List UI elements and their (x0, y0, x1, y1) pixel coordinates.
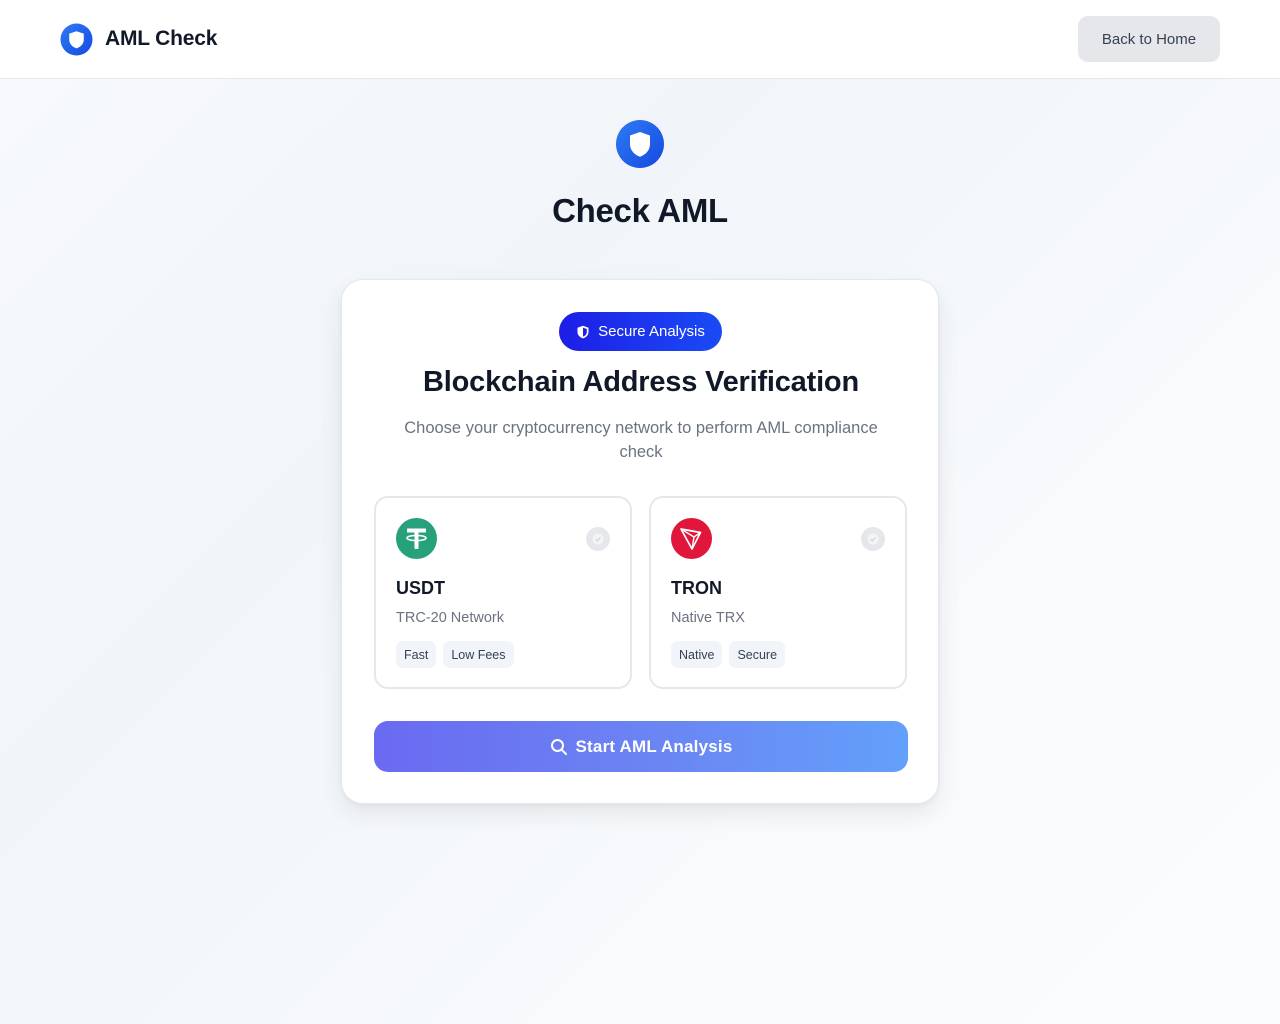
secure-analysis-badge: Secure Analysis (559, 312, 722, 351)
back-to-home-button[interactable]: Back to Home (1078, 16, 1220, 62)
start-button-label: Start AML Analysis (575, 736, 733, 756)
page-title: Check AML (552, 192, 728, 229)
start-aml-analysis-button[interactable]: Start AML Analysis (374, 721, 908, 772)
selection-indicator[interactable] (586, 527, 610, 551)
tag: Fast (396, 641, 437, 668)
check-icon (592, 533, 604, 545)
network-description: TRC-20 Network (396, 610, 504, 626)
shield-icon (577, 325, 589, 338)
brand-name: AML Check (105, 27, 218, 50)
selection-indicator[interactable] (861, 527, 885, 551)
network-tags: Native Secure (671, 641, 786, 668)
tag: Native (671, 641, 723, 668)
search-icon (550, 738, 567, 755)
verification-card: Secure Analysis Blockchain Address Verif… (341, 279, 939, 804)
tag: Low Fees (443, 641, 514, 668)
tag: Secure (729, 641, 786, 668)
badge-label: Secure Analysis (598, 323, 705, 340)
shield-logo-icon (60, 22, 93, 56)
check-icon (867, 533, 879, 545)
tron-icon (671, 518, 712, 559)
network-description: Native TRX (671, 610, 745, 626)
network-tags: Fast Low Fees (396, 641, 514, 668)
top-navigation-bar: AML Check Back to Home (0, 0, 1280, 79)
network-option-usdt[interactable]: USDT TRC-20 Network Fast Low Fees (374, 496, 632, 689)
tether-icon (396, 518, 437, 559)
network-name: USDT (396, 578, 445, 598)
card-subtitle: Choose your cryptocurrency network to pe… (404, 419, 878, 461)
network-option-tron[interactable]: TRON Native TRX Native Secure (649, 496, 907, 689)
card-title: Blockchain Address Verification (423, 366, 859, 398)
brand[interactable]: AML Check (60, 22, 217, 56)
shield-icon (616, 120, 664, 168)
network-name: TRON (671, 578, 722, 598)
